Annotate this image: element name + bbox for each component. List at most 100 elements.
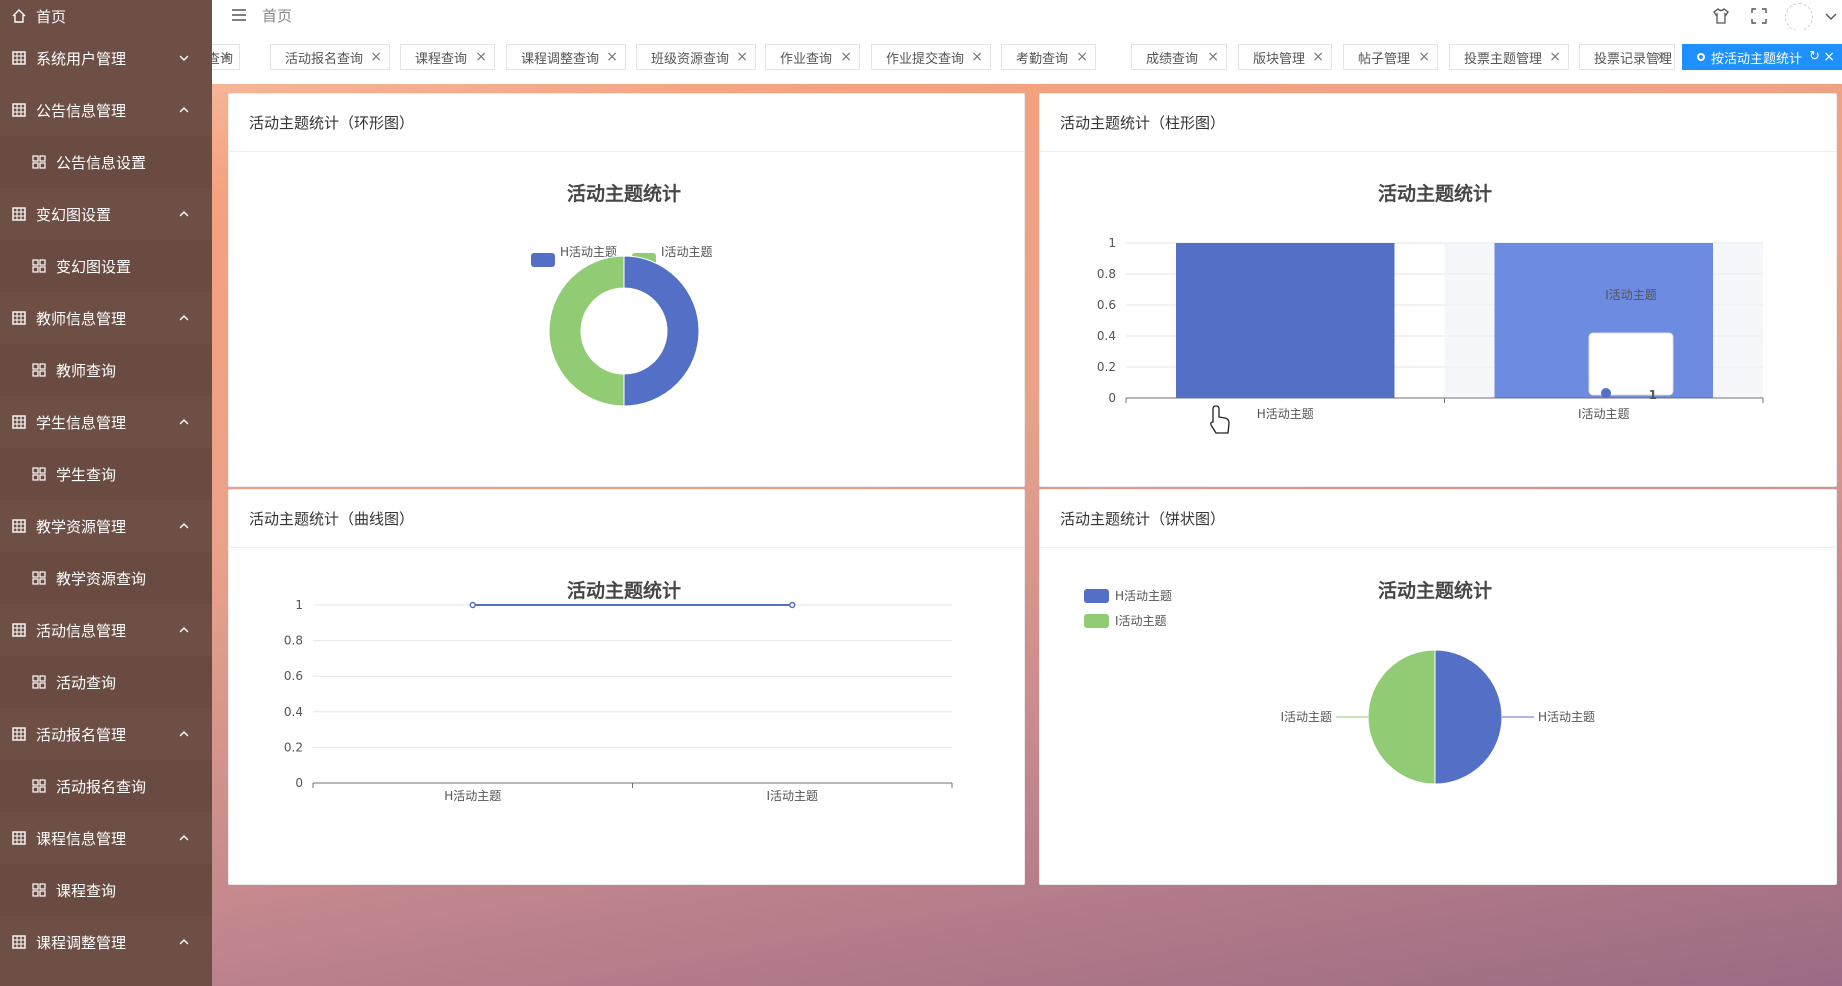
sidebar-item-home[interactable]: 首页 xyxy=(0,0,212,32)
chevron-up-icon xyxy=(179,211,189,217)
avatar[interactable] xyxy=(1785,3,1813,31)
close-icon[interactable]: × xyxy=(606,50,618,64)
theme-shirt-icon[interactable] xyxy=(1712,7,1730,25)
active-dot-icon xyxy=(1697,53,1705,61)
data-point[interactable] xyxy=(469,601,476,609)
sidebar-group-label: 变幻图设置 xyxy=(36,205,112,224)
sidebar-subitem[interactable]: 教师查询 xyxy=(0,344,212,396)
sidebar-group-label: 教师信息管理 xyxy=(36,309,127,328)
close-icon[interactable]: × xyxy=(1823,50,1835,64)
close-icon[interactable]: × xyxy=(370,50,382,64)
grid-icon xyxy=(12,311,26,325)
pie-slice[interactable] xyxy=(548,255,625,407)
sidebar-subitem-label: 公告信息设置 xyxy=(56,153,147,172)
tab[interactable]: 活动报名查询 × xyxy=(270,44,390,70)
sidebar-group[interactable]: 教师信息管理 xyxy=(0,292,212,344)
close-icon[interactable]: × xyxy=(475,50,487,64)
sidebar-subitem[interactable]: 公告信息设置 xyxy=(0,136,212,188)
close-icon[interactable]: × xyxy=(971,50,983,64)
sidebar-subitem-label: 教师查询 xyxy=(56,361,117,380)
card-line: 活动主题统计（曲线图） 活动主题统计 0 0.2 0.4 0.6 0.8 1 H活动主题 I活动… xyxy=(228,489,1025,885)
sidebar-subitem[interactable]: 课程查询 xyxy=(0,864,212,916)
tab[interactable]: 成绩查询 × xyxy=(1131,44,1227,70)
pie-slice[interactable] xyxy=(623,255,700,407)
card-donut: 活动主题统计（环形图） 活动主题统计 H活动主题 I活动主题 xyxy=(228,93,1025,487)
bar[interactable] xyxy=(1176,243,1395,398)
tab-label: 活动报名查询 xyxy=(285,51,364,67)
close-icon[interactable]: × xyxy=(1549,50,1561,64)
tab-active[interactable]: 按活动主题统计 ↻ × xyxy=(1682,44,1842,70)
y-tick-label: 0 xyxy=(295,776,303,790)
pie-slice[interactable] xyxy=(1367,649,1436,785)
grid-icon xyxy=(12,103,26,117)
tab[interactable]: 投票记录管理 × xyxy=(1579,44,1675,70)
y-tick-label: 0.4 xyxy=(1097,329,1116,343)
tab[interactable]: 课程查询 × xyxy=(400,44,495,70)
data-point[interactable] xyxy=(789,601,796,609)
tooltip-value: 1 xyxy=(1649,388,1657,402)
legend-label: I活动主题 xyxy=(661,245,713,259)
apps-icon xyxy=(32,363,46,377)
tab[interactable]: 帖子管理 × xyxy=(1343,44,1438,70)
y-tick-label: 1 xyxy=(1108,236,1116,250)
bar-chart: 活动主题统计 0 0.2 0.4 0.6 0.8 1 H活动主题 I活动主题 I活动主题 1 xyxy=(1097,182,1764,434)
close-icon[interactable]: × xyxy=(1418,50,1430,64)
legend-swatch[interactable] xyxy=(1084,589,1109,603)
sidebar-group[interactable]: 变幻图设置 xyxy=(0,188,212,240)
pie-slice[interactable] xyxy=(1434,649,1503,785)
sidebar-group-label: 教学资源管理 xyxy=(36,517,127,536)
sidebar-group[interactable]: 教学资源管理 xyxy=(0,500,212,552)
tab[interactable]: 作业提交查询 × xyxy=(871,44,991,70)
x-tick-label: H活动主题 xyxy=(444,789,501,803)
apps-icon xyxy=(32,259,46,273)
tab[interactable]: 作业查询 × xyxy=(765,44,860,70)
pie-chart: 活动主题统计 H活动主题 I活动主题 H活动主题 I活动主题 xyxy=(1084,579,1595,785)
tab[interactable]: 考勤查询 × xyxy=(1001,44,1096,70)
tab[interactable]: 课程调整查询 × xyxy=(506,44,626,70)
sidebar-group[interactable]: 课程调整管理 xyxy=(0,916,212,968)
close-icon[interactable]: × xyxy=(220,50,232,64)
legend-swatch[interactable] xyxy=(531,253,555,267)
chevron-down-icon[interactable] xyxy=(1822,7,1840,25)
tab-label: 作业查询 xyxy=(780,51,833,67)
legend-swatch[interactable] xyxy=(1084,614,1109,628)
fullscreen-icon[interactable] xyxy=(1750,7,1768,25)
tab[interactable]: 班级资源查询 × xyxy=(636,44,756,70)
menu-toggle-icon[interactable] xyxy=(230,6,248,24)
sidebar-subitem[interactable]: 活动报名查询 xyxy=(0,760,212,812)
grid-icon xyxy=(12,207,26,221)
sidebar-subitem-label: 课程查询 xyxy=(56,881,117,900)
tab-label: 按活动主题统计 xyxy=(1711,51,1803,67)
sidebar-subitem[interactable]: 活动查询 xyxy=(0,656,212,708)
close-icon[interactable]: × xyxy=(736,50,748,64)
sidebar-group[interactable]: 公告信息管理 xyxy=(0,84,212,136)
close-icon[interactable]: × xyxy=(1655,50,1667,64)
sidebar-group-label: 公告信息管理 xyxy=(36,101,127,120)
sidebar-group[interactable]: 学生信息管理 xyxy=(0,396,212,448)
tab[interactable]: 版块管理 × xyxy=(1238,44,1332,70)
close-icon[interactable]: × xyxy=(1076,50,1088,64)
close-icon[interactable]: × xyxy=(840,50,852,64)
sidebar-subitem[interactable]: 学生查询 xyxy=(0,448,212,500)
sidebar-group[interactable]: 系统用户管理 xyxy=(0,32,212,84)
card-line-heading: 活动主题统计（曲线图） xyxy=(229,490,1024,548)
sidebar-subitem[interactable]: 教学资源查询 xyxy=(0,552,212,604)
y-tick-label: 0.8 xyxy=(1097,267,1116,281)
tab[interactable]: 查询 × xyxy=(212,44,240,70)
grid-icon xyxy=(12,415,26,429)
sidebar-subitem-label: 学生查询 xyxy=(56,465,117,484)
sidebar-subitem[interactable]: 变幻图设置 xyxy=(0,240,212,292)
breadcrumb[interactable]: 首页 xyxy=(262,5,292,26)
sidebar-subitem-label: 活动查询 xyxy=(56,673,117,692)
close-icon[interactable]: × xyxy=(1207,50,1219,64)
refresh-icon[interactable]: ↻ xyxy=(1809,49,1820,64)
tab-label: 课程查询 xyxy=(415,51,468,67)
chart-title: 活动主题统计 xyxy=(1378,579,1492,602)
sidebar-group[interactable]: 活动信息管理 xyxy=(0,604,212,656)
legend-label: I活动主题 xyxy=(1115,614,1167,628)
tab[interactable]: 投票主题管理 × xyxy=(1449,44,1569,70)
line-chart: 活动主题统计 0 0.2 0.4 0.6 0.8 1 H活动主题 I活动主题 xyxy=(284,579,953,803)
close-icon[interactable]: × xyxy=(1312,50,1324,64)
sidebar-group[interactable]: 课程信息管理 xyxy=(0,812,212,864)
sidebar-group[interactable]: 活动报名管理 xyxy=(0,708,212,760)
